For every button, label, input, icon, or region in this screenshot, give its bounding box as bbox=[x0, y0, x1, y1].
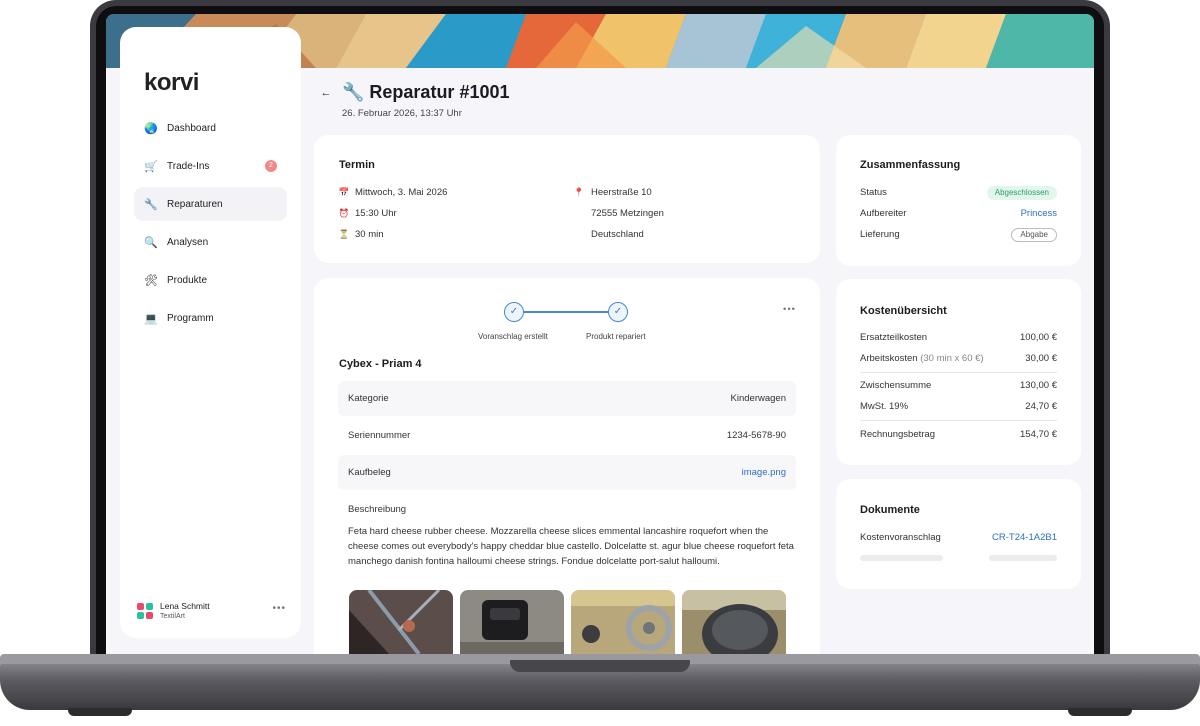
description-text: Feta hard cheese rubber cheese. Mozzarel… bbox=[348, 526, 794, 567]
page-title: 🔧 Reparatur #1001 bbox=[342, 82, 510, 102]
cost-title: Kostenübersicht bbox=[860, 305, 947, 317]
clock-icon: ⏰ bbox=[338, 208, 350, 218]
laptop-foot bbox=[68, 708, 132, 716]
sidebar-item-produkte[interactable]: 🛠 Produkte bbox=[134, 263, 287, 297]
vat-value: 24,70 € bbox=[1025, 401, 1057, 412]
globe-icon: 🌏 bbox=[144, 122, 158, 135]
row-key: Seriennummer bbox=[348, 430, 411, 441]
tools-icon: 🛠 bbox=[144, 274, 158, 287]
calendar-icon: 📅 bbox=[338, 187, 350, 197]
sidebar-item-reparaturen[interactable]: 🔧 Reparaturen bbox=[134, 187, 287, 221]
parts-cost-value: 100,00 € bbox=[1020, 332, 1057, 343]
more-options-icon[interactable]: ••• bbox=[783, 304, 796, 315]
user-name: Lena Schmitt bbox=[160, 601, 210, 611]
summary-card: Zusammenfassung Status Abgeschlossen Auf… bbox=[836, 135, 1081, 266]
divider bbox=[860, 420, 1057, 421]
cart-icon: 🛒 bbox=[144, 160, 158, 173]
sidebar-item-programm[interactable]: 💻 Programm bbox=[134, 301, 287, 335]
company-logo-icon bbox=[137, 603, 153, 619]
appointment-title: Termin bbox=[339, 159, 375, 171]
summary-title: Zusammenfassung bbox=[860, 159, 961, 171]
magnifier-icon: 🔍 bbox=[144, 236, 158, 249]
laptop-icon: 💻 bbox=[144, 312, 158, 325]
description-label: Beschreibung bbox=[348, 504, 407, 515]
table-row: Kategorie Kinderwagen bbox=[338, 381, 796, 416]
laptop-base bbox=[0, 654, 1200, 726]
photo-thumbnail[interactable] bbox=[571, 590, 675, 654]
appointment-duration: 30 min bbox=[355, 229, 384, 240]
loading-placeholder bbox=[989, 555, 1057, 561]
labor-cost-value: 30,00 € bbox=[1025, 353, 1057, 364]
sidebar: korvi 🌏 Dashboard 🛒 Trade-Ins 2 🔧 Repara… bbox=[120, 27, 301, 638]
documents-card: Dokumente Kostenvoranschlag CR-T24-1A2B1 bbox=[836, 479, 1081, 589]
app-screen: korvi 🌏 Dashboard 🛒 Trade-Ins 2 🔧 Repara… bbox=[106, 14, 1094, 654]
total-value: 154,70 € bbox=[1020, 429, 1057, 440]
document-label: Kostenvoranschlag bbox=[860, 532, 941, 543]
photo-thumbnail[interactable] bbox=[460, 590, 564, 654]
row-key: Kategorie bbox=[348, 393, 389, 404]
user-more-icon[interactable]: ••• bbox=[272, 603, 286, 614]
product-name: Cybex - Priam 4 bbox=[339, 358, 422, 370]
documents-title: Dokumente bbox=[860, 504, 920, 516]
row-key: Kaufbeleg bbox=[348, 467, 391, 478]
vat-label: MwSt. 19% bbox=[860, 401, 909, 412]
location-pin-icon: 📍 bbox=[573, 187, 585, 197]
step-connector bbox=[524, 311, 608, 313]
photo-thumbnail[interactable] bbox=[349, 590, 453, 654]
divider bbox=[860, 372, 1057, 373]
sidebar-item-label: Trade-Ins bbox=[167, 160, 210, 172]
address-city: 72555 Metzingen bbox=[591, 208, 664, 219]
receipt-link[interactable]: image.png bbox=[742, 467, 786, 478]
labor-cost-text: Arbeitskosten bbox=[860, 353, 918, 364]
app-logo[interactable]: korvi bbox=[144, 69, 199, 97]
parts-cost-label: Ersatzteilkosten bbox=[860, 332, 928, 343]
address-country: Deutschland bbox=[591, 229, 644, 240]
status-label: Status bbox=[860, 187, 887, 198]
sidebar-item-label: Produkte bbox=[167, 274, 208, 286]
step-label: Produkt repariert bbox=[586, 332, 646, 341]
step-check-icon: ✓ bbox=[608, 302, 628, 322]
table-row: Seriennummer 1234-5678-90 bbox=[338, 418, 796, 453]
sidebar-item-dashboard[interactable]: 🌏 Dashboard bbox=[134, 111, 287, 145]
refurbisher-link[interactable]: Princess bbox=[1021, 208, 1057, 219]
page-date: 26. Februar 2026, 13:37 Uhr bbox=[342, 108, 462, 119]
labor-cost-note: (30 min x 60 €) bbox=[920, 353, 984, 364]
document-link[interactable]: CR-T24-1A2B1 bbox=[992, 532, 1057, 543]
photo-thumbnail[interactable] bbox=[682, 590, 786, 654]
appointment-date: Mittwoch, 3. Mai 2026 bbox=[355, 187, 448, 198]
back-arrow-icon[interactable]: ← bbox=[317, 84, 335, 102]
notification-badge: 2 bbox=[265, 160, 277, 172]
sidebar-item-label: Reparaturen bbox=[167, 198, 223, 210]
delivery-label: Lieferung bbox=[860, 229, 900, 240]
subtotal-label: Zwischensumme bbox=[860, 380, 932, 391]
step-check-icon: ✓ bbox=[504, 302, 524, 322]
sidebar-item-label: Programm bbox=[167, 312, 214, 324]
row-value: Kinderwagen bbox=[730, 393, 786, 404]
sidebar-item-analysen[interactable]: 🔍 Analysen bbox=[134, 225, 287, 259]
step-label: Voranschlag erstellt bbox=[478, 332, 548, 341]
laptop-notch bbox=[510, 660, 690, 672]
status-badge: Abgeschlossen bbox=[986, 186, 1057, 200]
subtotal-value: 130,00 € bbox=[1020, 380, 1057, 391]
delivery-badge: Abgabe bbox=[1011, 228, 1057, 242]
cost-overview-card: Kostenübersicht Ersatzteilkosten 100,00 … bbox=[836, 279, 1081, 465]
sidebar-item-label: Dashboard bbox=[167, 122, 216, 134]
table-row: Kaufbeleg image.png bbox=[338, 455, 796, 490]
user-company: TextilArt bbox=[160, 613, 185, 620]
sidebar-item-label: Analysen bbox=[167, 236, 209, 248]
row-value: 1234-5678-90 bbox=[726, 430, 786, 441]
sidebar-item-trade-ins[interactable]: 🛒 Trade-Ins 2 bbox=[134, 149, 287, 183]
laptop-foot bbox=[1068, 708, 1132, 716]
appointment-card: Termin 📅 Mittwoch, 3. Mai 2026 ⏰ 15:30 U… bbox=[314, 135, 820, 263]
wrench-icon: 🔧 bbox=[144, 198, 158, 211]
refurbisher-label: Aufbereiter bbox=[860, 208, 907, 219]
loading-placeholder bbox=[860, 555, 943, 561]
user-profile[interactable]: Lena Schmitt TextilArt ••• bbox=[136, 599, 286, 623]
hourglass-icon: ⏳ bbox=[338, 229, 350, 239]
labor-cost-label: Arbeitskosten (30 min x 60 €) bbox=[860, 353, 984, 364]
total-label: Rechnungsbetrag bbox=[860, 429, 935, 440]
address-street: Heerstraße 10 bbox=[591, 187, 652, 198]
sidebar-nav: 🌏 Dashboard 🛒 Trade-Ins 2 🔧 Reparaturen … bbox=[134, 111, 287, 339]
appointment-time: 15:30 Uhr bbox=[355, 208, 397, 219]
